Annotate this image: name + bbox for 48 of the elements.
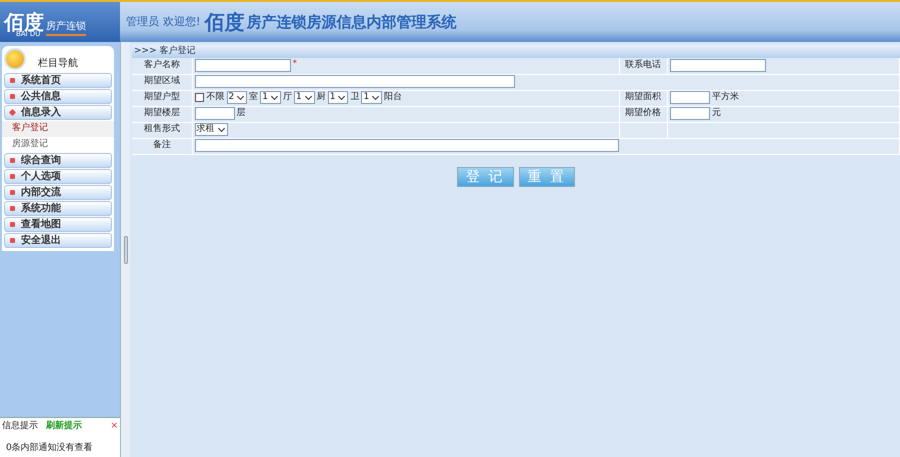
brand-text: 佰度 [204, 12, 244, 32]
sidebar-item[interactable]: 内部交流 [4, 185, 112, 200]
sidebar-item[interactable]: 系统功能 [4, 201, 112, 216]
sidebar-subitem[interactable]: 房源登记 [2, 136, 114, 152]
dropdown[interactable]: 1 [260, 90, 281, 104]
field-label: 备注 [132, 138, 192, 154]
logo-tagline: 房产连锁 [46, 18, 86, 36]
close-button[interactable]: × [110, 420, 118, 434]
sidebar-item[interactable]: 综合查询 [4, 153, 112, 168]
dropdown[interactable]: 1 [294, 90, 315, 104]
welcome-text: 欢迎您! [163, 14, 200, 30]
unit-label: 厨 [316, 92, 326, 102]
logo-text: 佰度 [4, 12, 44, 32]
dropdown[interactable]: 1 [328, 90, 348, 104]
system-title: 房产连锁房源信息内部管理系统 [246, 12, 456, 33]
unit-label: 卫 [350, 92, 360, 102]
sidebar-item[interactable]: 安全退出 [4, 233, 112, 248]
dropdown[interactable]: 求租 [194, 122, 228, 136]
notice-tab[interactable]: 信息提示 [2, 420, 38, 434]
dropdown[interactable]: 1 [361, 90, 382, 104]
sidebar-item[interactable]: 信息录入 [4, 105, 112, 120]
field-label: 期望价格 [620, 106, 668, 122]
field-label: 联系电话 [620, 58, 668, 74]
unit-label: 层 [236, 108, 246, 118]
sidebar-item[interactable]: 公共信息 [4, 89, 112, 104]
field-label: 客户名称 [132, 58, 192, 74]
field-label: 期望楼层 [132, 106, 192, 122]
unit-label: 室 [249, 92, 258, 102]
unit-label: 元 [712, 108, 721, 118]
field-label: 期望户型 [132, 90, 192, 106]
unit-label: 平方米 [712, 92, 739, 102]
dropdown[interactable]: 2 [226, 90, 248, 104]
unit-label: 厅 [282, 92, 292, 102]
notice-tab[interactable]: 刷新提示 [46, 420, 82, 434]
field-label: 期望区域 [132, 74, 192, 90]
breadcrumb-bar: >>> 客户登记 [132, 45, 900, 58]
checkbox-label: 不限 [206, 92, 224, 102]
field-label: 租售形式 [132, 122, 192, 138]
sidebar-subitem[interactable]: 客户登记 [2, 121, 114, 136]
sidebar-title: 栏目导航 [38, 56, 78, 70]
required-mark: * [292, 59, 297, 70]
sidebar-item[interactable]: 个人选项 [4, 169, 112, 184]
sidebar-item[interactable]: 系统首页 [4, 73, 112, 88]
unit-label: 阳台 [384, 92, 402, 102]
welcome-user: 管理员 [126, 14, 159, 30]
sidebar-item[interactable]: 查看地图 [4, 217, 112, 232]
notice-message: 0条内部通知没有查看 [5, 442, 94, 454]
field-label: 期望面积 [620, 90, 668, 106]
